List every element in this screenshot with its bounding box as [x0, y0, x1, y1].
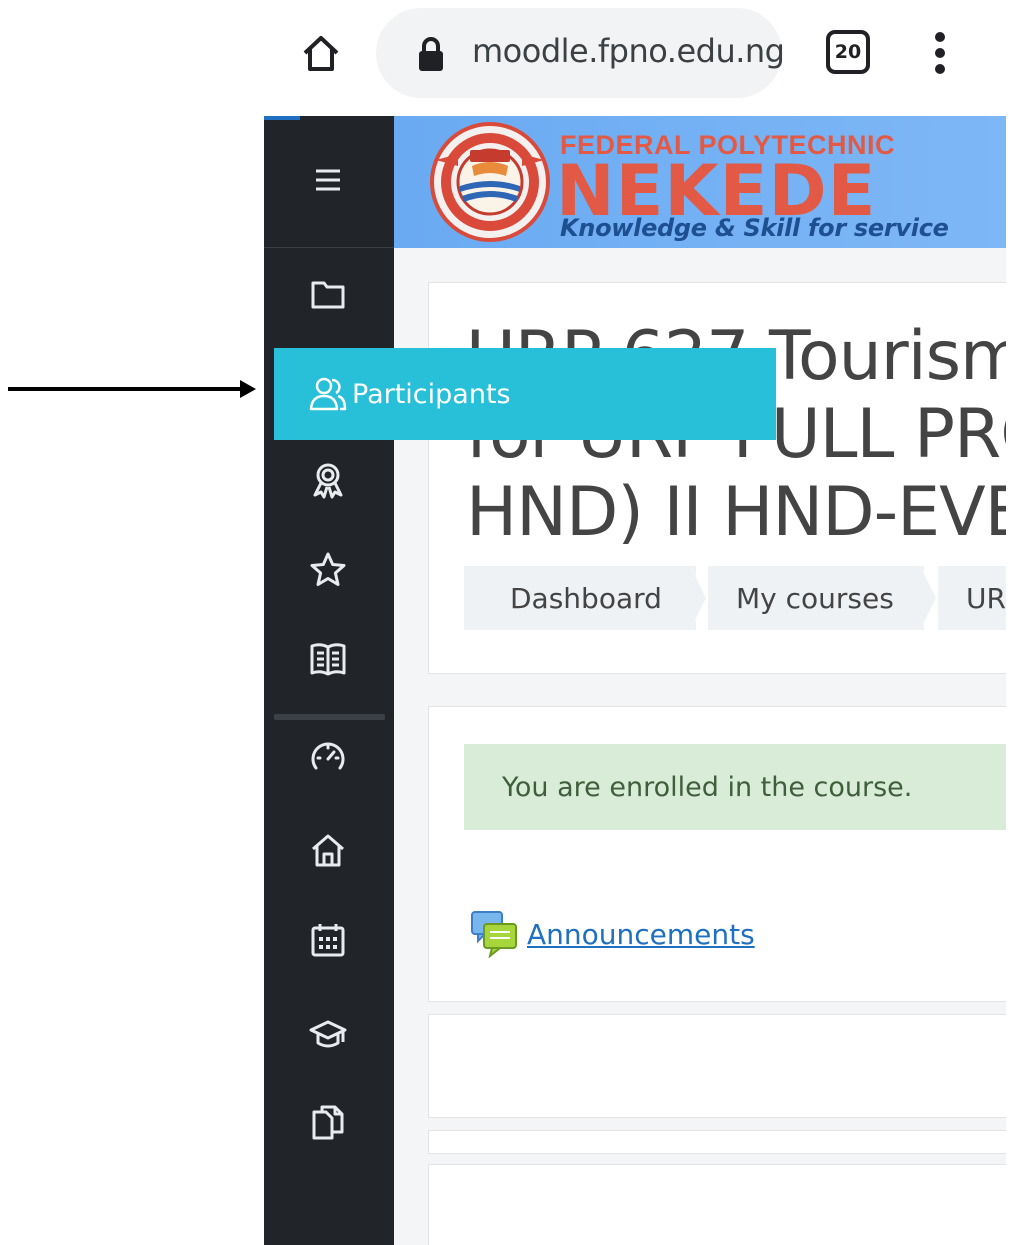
address-bar[interactable]: moodle.fpno.edu.ng — [376, 8, 785, 98]
lock-icon — [419, 37, 443, 71]
calendar-icon[interactable] — [308, 920, 348, 960]
breadcrumb-separator — [920, 566, 936, 630]
breadcrumb-label: Dashboard — [510, 581, 662, 615]
nav-drawer — [264, 116, 394, 1245]
polytechnic-logo — [430, 122, 550, 242]
course-section-card — [428, 1014, 1009, 1118]
page-title-line: HND) II HND-EVEN — [466, 473, 1009, 552]
annotation-arrow — [8, 380, 256, 398]
sidebar-divider — [274, 714, 385, 720]
institution-motto: Knowledge & Skill for service — [560, 214, 949, 242]
course-section-card — [428, 1130, 1009, 1154]
breadcrumb: Dashboard My courses URP — [464, 566, 1009, 630]
participants-icon — [309, 377, 347, 411]
browser-toolbar: moodle.fpno.edu.ng 20 — [0, 0, 1009, 112]
site-header-banner[interactable]: FEDERAL POLYTECHNIC NEKEDE Knowledge & S… — [394, 116, 1006, 248]
announcements-link[interactable]: Announcements — [527, 918, 755, 951]
book-icon[interactable] — [308, 639, 348, 679]
tab-count: 20 — [834, 41, 862, 63]
speedometer-icon[interactable] — [308, 738, 348, 778]
url-text: moodle.fpno.edu.ng — [472, 32, 785, 70]
badge-icon[interactable] — [308, 460, 348, 500]
hamburger-icon[interactable] — [308, 160, 348, 200]
star-icon[interactable] — [308, 550, 348, 590]
course-section-card — [428, 1164, 1009, 1245]
tab-switcher-button[interactable]: 20 — [826, 30, 870, 74]
documents-icon[interactable] — [308, 1102, 348, 1142]
breadcrumb-item-course[interactable]: URP — [938, 566, 1009, 630]
browser-home-button[interactable] — [294, 26, 348, 80]
forum-icon — [471, 911, 517, 958]
enrolment-notice: You are enrolled in the course. — [464, 744, 1009, 830]
sidebar-item-participants[interactable]: Participants — [274, 348, 776, 440]
graduation-cap-icon[interactable] — [308, 1014, 348, 1054]
breadcrumb-item-dashboard[interactable]: Dashboard — [464, 566, 696, 630]
breadcrumb-separator — [690, 566, 706, 630]
sidebar-item-label: Participants — [352, 378, 511, 410]
breadcrumb-item-my-courses[interactable]: My courses — [708, 566, 924, 630]
folder-icon[interactable] — [308, 274, 348, 314]
breadcrumb-label: My courses — [736, 581, 894, 615]
home-icon — [303, 36, 339, 71]
more-vert-icon[interactable] — [922, 30, 958, 76]
breadcrumb-label: URP — [966, 581, 1009, 615]
home-icon[interactable] — [308, 830, 348, 870]
